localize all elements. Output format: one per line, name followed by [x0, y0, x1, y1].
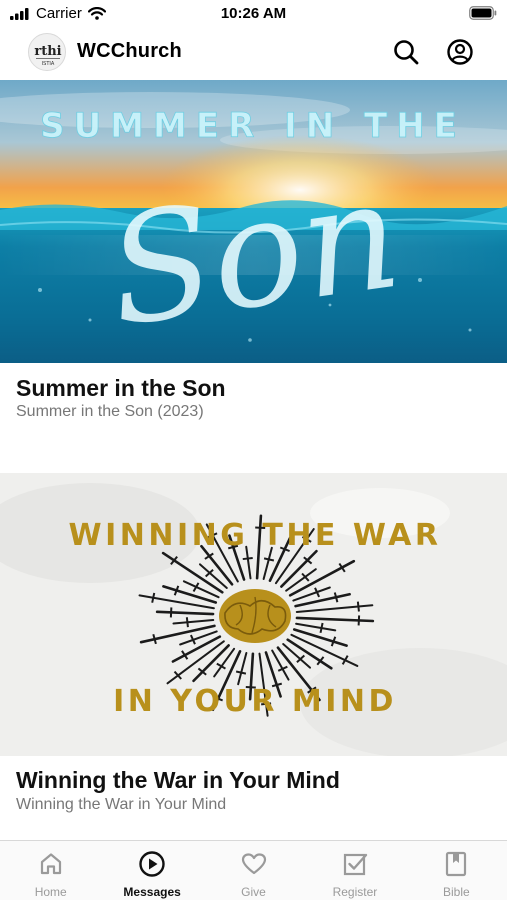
search-icon: [394, 40, 419, 65]
message-card[interactable]: SUMMER IN THE Son Summer in the Son Summ…: [0, 80, 507, 420]
logo-subtext: ISTIA: [42, 61, 55, 67]
message-card[interactable]: WINNING THE WAR IN YOUR MIND Winning the…: [0, 473, 507, 813]
heart-icon: [241, 853, 266, 875]
card-title[interactable]: Winning the War in Your Mind: [16, 767, 340, 794]
tab-label: Give: [241, 885, 266, 899]
status-time: 10:26 AM: [220, 5, 287, 22]
tab-give[interactable]: Give: [203, 841, 304, 900]
tab-home[interactable]: Home: [0, 841, 101, 900]
checkbox-icon: [343, 853, 368, 876]
tab-label: Messages: [123, 885, 181, 899]
tab-label: Home: [34, 885, 67, 899]
home-icon: [40, 853, 61, 875]
tab-bible[interactable]: Bible: [406, 841, 507, 900]
tab-bar: Home Messages Give Register Bible: [0, 840, 507, 900]
winning-war-banner-image[interactable]: WINNING THE WAR IN YOUR MIND: [0, 473, 507, 756]
search-button[interactable]: [392, 38, 420, 66]
book-icon: [446, 851, 467, 877]
battery-icon: [469, 6, 497, 25]
banner-headline: SUMMER IN THE: [40, 106, 466, 146]
logo-text: rthi: [34, 44, 61, 59]
card-subtitle: Winning the War in Your Mind: [16, 796, 227, 813]
app-title: WCChurch: [77, 40, 182, 62]
tab-label: Register: [332, 885, 378, 899]
tab-register[interactable]: Register: [304, 841, 405, 900]
card-title[interactable]: Summer in the Son: [16, 375, 226, 402]
banner-headline-bottom: IN YOUR MIND: [113, 684, 397, 719]
profile-button[interactable]: [446, 38, 474, 66]
status-bar: Carrier 10:26 AM: [0, 0, 507, 28]
play-circle-icon: [139, 851, 165, 877]
summer-banner-image[interactable]: SUMMER IN THE Son: [0, 80, 507, 363]
tab-label: Bible: [442, 885, 470, 899]
church-logo[interactable]: rthi ISTIA: [28, 33, 66, 71]
banner-headline: WINNING THE WAR: [69, 518, 442, 553]
profile-icon: [447, 39, 473, 65]
tab-messages[interactable]: Messages: [101, 841, 202, 900]
card-subtitle: Summer in the Son (2023): [16, 403, 204, 420]
app-header: rthi ISTIA WCChurch: [0, 28, 507, 78]
